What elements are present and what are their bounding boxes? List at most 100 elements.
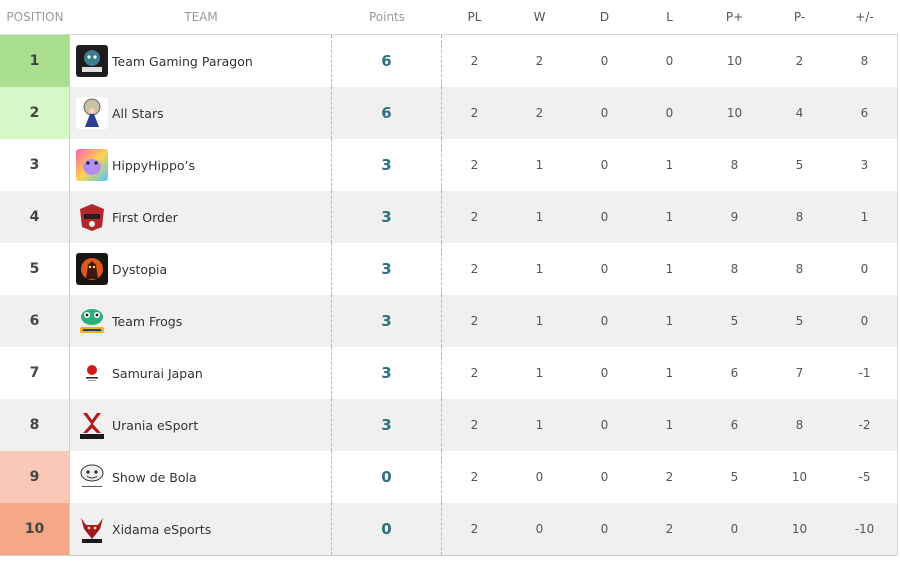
team-name[interactable]: First Order	[112, 210, 178, 225]
points-cell: 3	[332, 139, 442, 191]
dystopia-logo-icon	[76, 253, 108, 285]
position-cell: 4	[0, 191, 70, 243]
header-difference[interactable]: +/-	[832, 10, 897, 24]
played-cell: 2	[470, 106, 479, 120]
table-row[interactable]: 1 Team Gaming Paragon 6 2 2 0 0 10 2 8	[0, 35, 898, 87]
losses-cell: 1	[665, 314, 674, 328]
standings-table: POSITION TEAM Points PL W D L P+ P- +/- …	[0, 0, 898, 556]
points-cell: 0	[332, 503, 442, 555]
points-cell: 3	[332, 399, 442, 451]
draws-cell: 0	[600, 158, 609, 172]
first-order-logo-icon	[76, 201, 108, 233]
points-for-cell: 5	[730, 470, 739, 484]
header-points-for[interactable]: P+	[702, 10, 767, 24]
team-cell[interactable]: First Order	[70, 191, 332, 243]
wins-cell: 1	[535, 158, 544, 172]
team-name[interactable]: Show de Bola	[112, 470, 197, 485]
header-w[interactable]: W	[507, 10, 572, 24]
position-cell: 7	[0, 347, 70, 399]
table-row[interactable]: 6 Team Frogs 3 2 1 0 1 5 5 0	[0, 295, 898, 347]
difference-cell: 8	[860, 54, 869, 68]
points-for-cell: 6	[730, 418, 739, 432]
team-cell[interactable]: Team Gaming Paragon	[70, 35, 332, 87]
team-name[interactable]: Xidama eSports	[112, 522, 211, 537]
points-for-cell: 8	[730, 262, 739, 276]
hippyhippos-logo-icon	[76, 149, 108, 181]
table-row[interactable]: 5 Dystopia 3 2 1 0 1 8 8 0	[0, 243, 898, 295]
team-name[interactable]: Samurai Japan	[112, 366, 203, 381]
losses-cell: 2	[665, 470, 674, 484]
header-points-against[interactable]: P-	[767, 10, 832, 24]
position-cell: 5	[0, 243, 70, 295]
header-pl[interactable]: PL	[442, 10, 507, 24]
draws-cell: 0	[600, 522, 609, 536]
header-team[interactable]: TEAM	[70, 10, 332, 24]
played-cell: 2	[470, 522, 479, 536]
points-for-cell: 9	[730, 210, 739, 224]
table-row[interactable]: 8 Urania eSport 3 2 1 0 1 6 8 -2	[0, 399, 898, 451]
team-cell[interactable]: HippyHippo’s	[70, 139, 332, 191]
played-cell: 2	[470, 314, 479, 328]
points-against-cell: 5	[795, 314, 804, 328]
team-cell[interactable]: Urania eSport	[70, 399, 332, 451]
draws-cell: 0	[600, 262, 609, 276]
team-name[interactable]: Urania eSport	[112, 418, 198, 433]
team-cell[interactable]: Dystopia	[70, 243, 332, 295]
played-cell: 2	[470, 158, 479, 172]
losses-cell: 1	[665, 158, 674, 172]
draws-cell: 0	[600, 470, 609, 484]
draws-cell: 0	[600, 210, 609, 224]
xidama-esports-logo-icon	[76, 513, 108, 545]
points-for-cell: 10	[726, 54, 743, 68]
difference-cell: 3	[860, 158, 869, 172]
points-for-cell: 10	[726, 106, 743, 120]
team-name[interactable]: Dystopia	[112, 262, 167, 277]
points-against-cell: 4	[795, 106, 804, 120]
team-gaming-paragon-logo-icon	[76, 45, 108, 77]
difference-cell: -5	[858, 470, 871, 484]
points-against-cell: 8	[795, 210, 804, 224]
losses-cell: 1	[665, 210, 674, 224]
team-name[interactable]: All Stars	[112, 106, 164, 121]
points-against-cell: 7	[795, 366, 804, 380]
losses-cell: 1	[665, 418, 674, 432]
team-cell[interactable]: Samurai Japan	[70, 347, 332, 399]
team-cell[interactable]: Show de Bola	[70, 451, 332, 503]
header-position[interactable]: POSITION	[0, 10, 70, 24]
table-row[interactable]: 3 HippyHippo’s 3 2 1 0 1 8 5 3	[0, 139, 898, 191]
team-cell[interactable]: All Stars	[70, 87, 332, 139]
header-l[interactable]: L	[637, 10, 702, 24]
team-name[interactable]: HippyHippo’s	[112, 158, 195, 173]
draws-cell: 0	[600, 106, 609, 120]
table-row[interactable]: 2 All Stars 6 2 2 0 0 10 4 6	[0, 87, 898, 139]
team-name[interactable]: Team Gaming Paragon	[112, 54, 253, 69]
position-cell: 1	[0, 35, 70, 87]
played-cell: 2	[470, 210, 479, 224]
table-header: POSITION TEAM Points PL W D L P+ P- +/-	[0, 0, 898, 35]
samurai-japan-logo-icon	[76, 357, 108, 389]
table-row[interactable]: 7 Samurai Japan 3 2 1 0 1 6 7 -1	[0, 347, 898, 399]
header-points[interactable]: Points	[332, 10, 442, 24]
points-cell: 6	[332, 87, 442, 139]
wins-cell: 1	[535, 418, 544, 432]
difference-cell: -2	[858, 418, 871, 432]
losses-cell: 1	[665, 262, 674, 276]
points-for-cell: 0	[730, 522, 739, 536]
table-row[interactable]: 4 First Order 3 2 1 0 1 9 8 1	[0, 191, 898, 243]
team-frogs-logo-icon	[76, 305, 108, 337]
losses-cell: 1	[665, 366, 674, 380]
points-against-cell: 10	[791, 470, 808, 484]
team-cell[interactable]: Xidama eSports	[70, 503, 332, 555]
played-cell: 2	[470, 418, 479, 432]
draws-cell: 0	[600, 54, 609, 68]
table-row[interactable]: 9 Show de Bola 0 2 0 0 2 5 10 -5	[0, 451, 898, 503]
team-name[interactable]: Team Frogs	[112, 314, 182, 329]
difference-cell: 0	[860, 262, 869, 276]
position-cell: 2	[0, 87, 70, 139]
position-cell: 3	[0, 139, 70, 191]
difference-cell: 6	[860, 106, 869, 120]
header-d[interactable]: D	[572, 10, 637, 24]
table-row[interactable]: 10 Xidama eSports 0 2 0 0 2 0 10 -10	[0, 503, 898, 555]
position-cell: 8	[0, 399, 70, 451]
team-cell[interactable]: Team Frogs	[70, 295, 332, 347]
